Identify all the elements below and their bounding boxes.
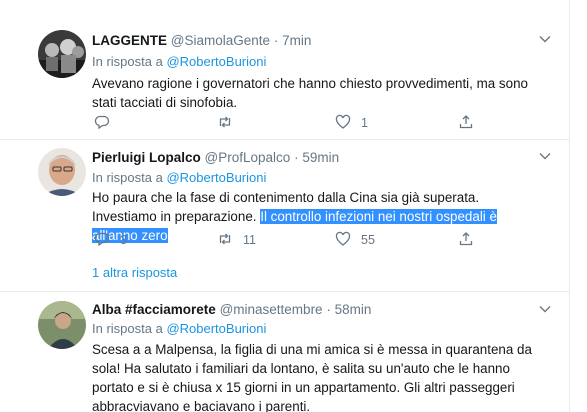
timestamp[interactable]: 7min xyxy=(282,33,311,48)
retweet-button[interactable]: 11 xyxy=(217,230,256,250)
avatar[interactable] xyxy=(38,148,86,196)
like-count: 55 xyxy=(361,233,375,247)
chevron-down-icon[interactable] xyxy=(538,149,552,163)
reply-prefix: In risposta a xyxy=(92,321,163,336)
share-button[interactable] xyxy=(458,113,474,133)
reply-button[interactable] xyxy=(94,113,120,133)
display-name[interactable]: Pierluigi Lopalco xyxy=(92,150,201,165)
reply-icon xyxy=(94,114,110,133)
reply-mention-link[interactable]: @RobertoBurioni xyxy=(166,170,266,185)
reply-prefix: In risposta a xyxy=(92,170,163,185)
reply-context: In risposta a @RobertoBurioni xyxy=(92,170,266,185)
chevron-down-icon[interactable] xyxy=(538,302,552,316)
tweet-header: Alba #facciamorete @minasettembre · 58mi… xyxy=(92,302,371,317)
retweet-icon xyxy=(217,114,233,133)
display-name[interactable]: Alba #facciamorete xyxy=(92,302,216,317)
reply-mention-link[interactable]: @RobertoBurioni xyxy=(166,54,266,69)
tweet[interactable]: Pierluigi Lopalco @ProfLopalco · 59min I… xyxy=(0,141,570,254)
tweet-header: Pierluigi Lopalco @ProfLopalco · 59min xyxy=(92,150,339,165)
user-handle[interactable]: @minasettembre xyxy=(220,302,323,317)
reply-context: In risposta a @RobertoBurioni xyxy=(92,321,266,336)
tweet-text: Scesa a a Malpensa, la figlia di una mi … xyxy=(92,342,532,412)
share-button[interactable] xyxy=(458,230,474,250)
reply-button[interactable]: 3 xyxy=(94,230,127,250)
like-count: 1 xyxy=(361,116,368,130)
more-replies-row[interactable]: 1 altra risposta xyxy=(0,254,570,292)
tweet-header: LAGGENTE @SiamolaGente · 7min xyxy=(92,33,311,48)
timeline: LAGGENTE @SiamolaGente · 7min In rispost… xyxy=(0,0,570,412)
chevron-down-icon[interactable] xyxy=(538,32,552,46)
tweet-actions: 1 xyxy=(92,113,492,133)
retweet-icon xyxy=(217,231,233,250)
tweet[interactable]: LAGGENTE @SiamolaGente · 7min In rispost… xyxy=(0,0,570,140)
reply-prefix: In risposta a xyxy=(92,54,163,69)
avatar[interactable] xyxy=(38,301,86,349)
separator-dot: · xyxy=(326,302,331,317)
user-handle[interactable]: @ProfLopalco xyxy=(205,150,291,165)
retweet-button[interactable] xyxy=(217,113,243,133)
timestamp[interactable]: 58min xyxy=(335,302,372,317)
retweet-count: 11 xyxy=(243,233,256,247)
user-handle[interactable]: @SiamolaGente xyxy=(171,33,270,48)
tweet-actions: 3 11 55 xyxy=(92,230,492,250)
separator-dot: · xyxy=(273,33,279,48)
share-icon xyxy=(458,114,474,133)
like-button[interactable]: 1 xyxy=(335,113,368,133)
reply-icon xyxy=(94,231,110,250)
reply-count: 3 xyxy=(120,233,127,247)
share-icon xyxy=(458,231,474,250)
reply-context: In risposta a @RobertoBurioni xyxy=(92,54,266,69)
timestamp[interactable]: 59min xyxy=(302,150,339,165)
reply-mention-link[interactable]: @RobertoBurioni xyxy=(166,321,266,336)
more-replies-link[interactable]: 1 altra risposta xyxy=(92,265,177,280)
display-name[interactable]: LAGGENTE xyxy=(92,33,167,48)
like-icon xyxy=(335,114,351,133)
tweet[interactable]: Alba #facciamorete @minasettembre · 58mi… xyxy=(0,293,570,412)
like-icon xyxy=(335,231,351,250)
avatar[interactable] xyxy=(38,30,86,78)
separator-dot: · xyxy=(294,150,299,165)
like-button[interactable]: 55 xyxy=(335,230,375,250)
tweet-text: Avevano ragione i governatori che hanno … xyxy=(92,76,528,110)
